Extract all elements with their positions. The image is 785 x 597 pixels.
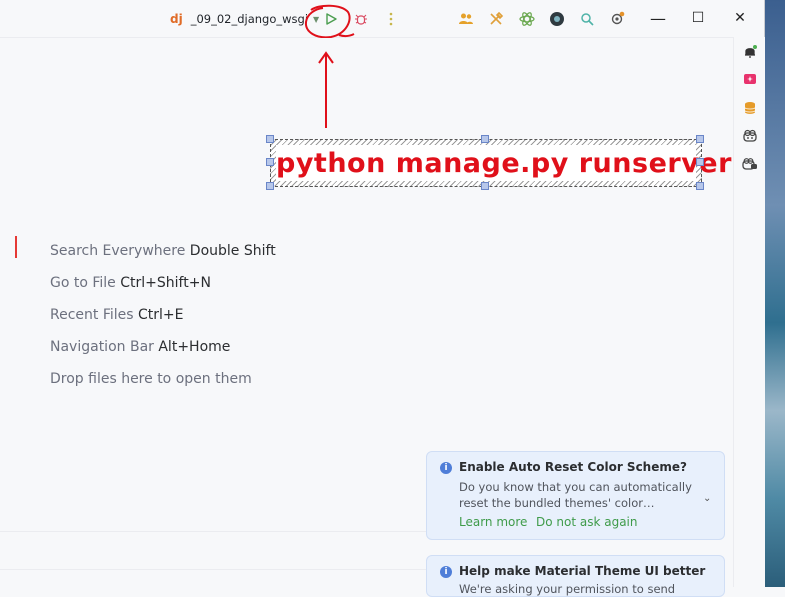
ide-window: dj _09_02_django_wsgi ▼ — ☐ ✕ python man…: [0, 0, 765, 597]
info-icon: i: [440, 462, 452, 474]
copilot-chat-icon: [742, 158, 757, 170]
settings-button[interactable]: [607, 9, 627, 29]
annotation-command-text: python manage.py runserver: [276, 148, 732, 179]
hint-label: Drop files here to open them: [50, 371, 252, 387]
project-selector[interactable]: dj _09_02_django_wsgi ▼: [170, 10, 319, 28]
maximize-button[interactable]: ☐: [682, 6, 714, 30]
red-arrow-annotation: [318, 51, 334, 128]
more-actions-button[interactable]: [381, 9, 401, 29]
copilot-icon: [743, 129, 757, 142]
resize-handle-top[interactable]: [481, 135, 489, 143]
resize-handle-right[interactable]: [696, 158, 704, 166]
copilot-chat-button[interactable]: [741, 155, 759, 173]
hint-label: Search Everywhere: [50, 243, 186, 259]
ai-assistant-icon: [519, 12, 535, 26]
red-circle-annotation: [304, 4, 355, 39]
hint-shortcut: Ctrl+E: [138, 307, 184, 323]
divider: [0, 569, 426, 570]
annotation-text-area: python manage.py runserver: [276, 145, 732, 181]
debug-icon: [355, 14, 367, 25]
build-tools-icon: [490, 11, 504, 25]
django-logo-icon: dj: [170, 12, 183, 26]
notifications-button[interactable]: [741, 43, 759, 61]
hint-shortcut: Alt+Home: [158, 339, 231, 355]
resize-handle-top-right[interactable]: [696, 135, 704, 143]
hint-shortcut: Ctrl+Shift+N: [120, 275, 211, 291]
resize-handle-left[interactable]: [266, 158, 274, 166]
hint-navigation-bar: Navigation Bar Alt+Home: [50, 339, 230, 355]
notification-title: Help make Material Theme UI better: [459, 564, 706, 578]
build-tools-button[interactable]: [486, 9, 506, 29]
hint-label: Recent Files: [50, 307, 134, 323]
search-icon: [581, 13, 594, 26]
resize-handle-top-left[interactable]: [266, 135, 274, 143]
notifications-icon: [745, 45, 757, 58]
hint-recent-files: Recent Files Ctrl+E: [50, 307, 184, 323]
code-with-me-button[interactable]: [456, 9, 476, 29]
notification-body: We're asking your permission to send: [459, 582, 676, 596]
info-icon: i: [440, 566, 452, 578]
hint-label: Go to File: [50, 275, 116, 291]
resize-handle-bottom[interactable]: [481, 182, 489, 190]
expand-chevron-icon[interactable]: ⌄: [703, 493, 711, 504]
profile-icon: [550, 12, 564, 26]
do-not-ask-again-link[interactable]: Do not ask again: [536, 515, 638, 529]
resize-handle-bottom-left[interactable]: [266, 182, 274, 190]
hint-go-to-file: Go to File Ctrl+Shift+N: [50, 275, 211, 291]
project-name: _09_02_django_wsgi: [190, 12, 309, 26]
code-with-me-icon: [459, 13, 473, 24]
database-icon: [744, 102, 756, 114]
divider: [0, 531, 426, 532]
minimize-button[interactable]: —: [642, 6, 674, 30]
right-tool-strip: [733, 37, 765, 587]
hint-search-everywhere: Search Everywhere Double Shift: [50, 243, 276, 259]
settings-icon: [611, 11, 625, 25]
hint-shortcut: Double Shift: [189, 243, 276, 259]
ai-chat-icon: [744, 74, 756, 84]
hint-drop-files: Drop files here to open them: [50, 371, 252, 387]
ai-chat-button[interactable]: [741, 71, 759, 89]
database-button[interactable]: [741, 99, 759, 117]
notification-body: Do you know that you can automatically r…: [459, 480, 692, 510]
hint-label: Navigation Bar: [50, 339, 154, 355]
profile-button[interactable]: [547, 9, 567, 29]
learn-more-link[interactable]: Learn more: [459, 515, 527, 529]
notification-material-theme: i Help make Material Theme UI better We'…: [426, 555, 725, 597]
desktop-wallpaper: [764, 0, 785, 587]
notification-title: Enable Auto Reset Color Scheme?: [459, 460, 687, 474]
annotation-text-box[interactable]: python manage.py runserver: [270, 139, 732, 187]
text-caret: [15, 236, 17, 258]
more-vertical-icon: [389, 12, 393, 26]
debug-button[interactable]: [351, 9, 371, 29]
ai-assistant-button[interactable]: [517, 9, 537, 29]
close-button[interactable]: ✕: [724, 6, 756, 30]
notification-auto-reset-color-scheme: i Enable Auto Reset Color Scheme? Do you…: [426, 451, 725, 540]
copilot-button[interactable]: [741, 127, 759, 145]
title-bar: dj _09_02_django_wsgi ▼ — ☐ ✕: [0, 0, 764, 39]
resize-handle-bottom-right[interactable]: [696, 182, 704, 190]
search-button[interactable]: [577, 9, 597, 29]
